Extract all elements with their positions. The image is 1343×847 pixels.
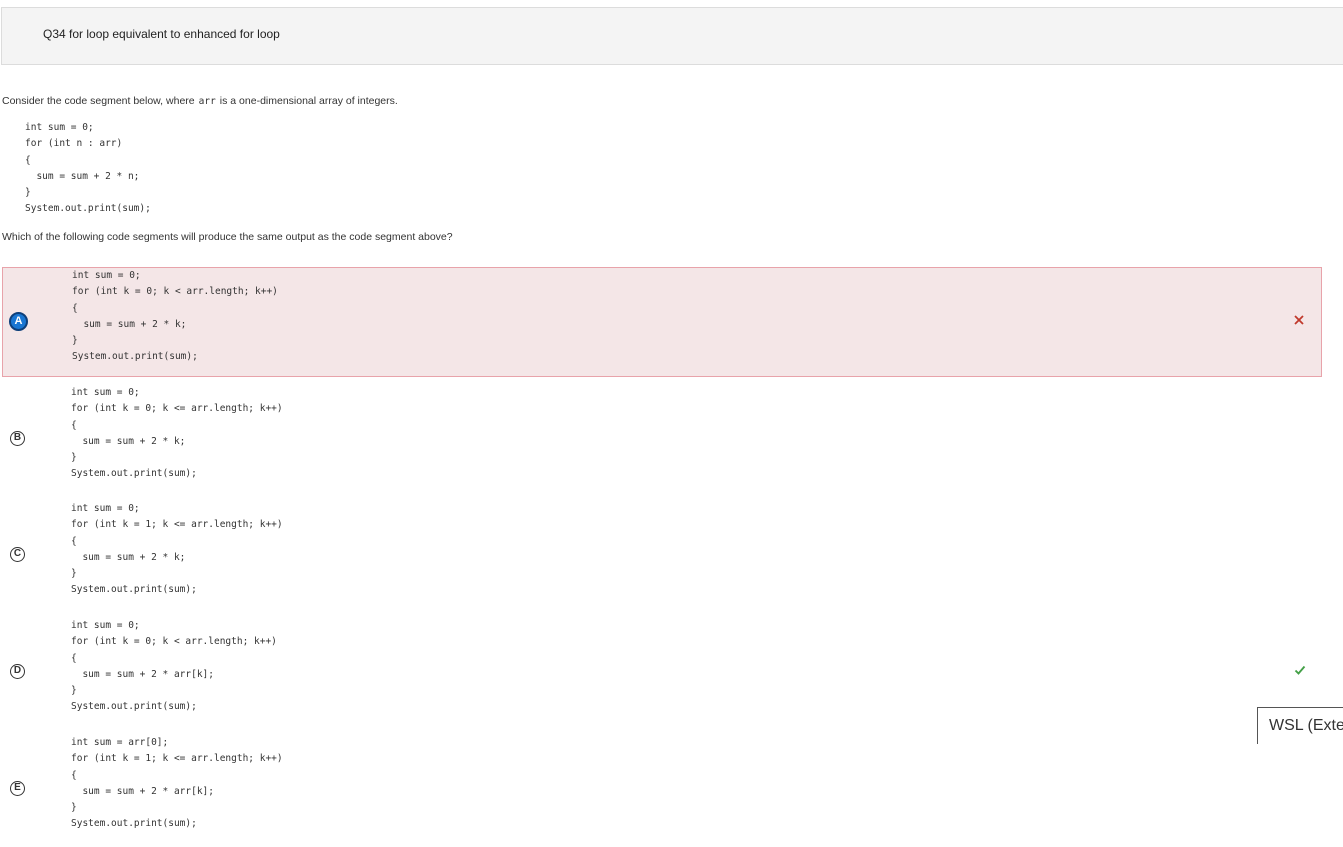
check-icon — [1294, 665, 1306, 675]
question-title: Q34 for loop equivalent to enhanced for … — [43, 27, 280, 41]
answer-option-b[interactable]: B int sum = 0; for (int k = 0; k <= arr.… — [2, 385, 1322, 495]
question-prompt: Consider the code segment below, where ar… — [2, 95, 398, 107]
question-followup: Which of the following code segments wil… — [2, 231, 453, 243]
question-header: Q34 for loop equivalent to enhanced for … — [1, 7, 1343, 65]
answer-option-e[interactable]: E int sum = arr[0]; for (int k = 1; k <=… — [2, 735, 1322, 845]
option-radio-c[interactable]: C — [10, 547, 25, 562]
option-radio-a[interactable]: A — [9, 312, 28, 331]
option-code-c: int sum = 0; for (int k = 1; k <= arr.le… — [71, 503, 283, 596]
stem-code-block: int sum = 0; for (int n : arr) { sum = s… — [25, 122, 151, 215]
x-icon — [1294, 315, 1304, 325]
option-radio-b[interactable]: B — [10, 431, 25, 446]
option-code-d: int sum = 0; for (int k = 0; k < arr.len… — [71, 620, 277, 713]
wsl-tooltip: WSL (Exte — [1257, 707, 1343, 744]
prompt-text-after: is a one-dimensional array of integers. — [219, 95, 398, 107]
answer-option-c[interactable]: C int sum = 0; for (int k = 1; k <= arr.… — [2, 501, 1322, 611]
option-code-a: int sum = 0; for (int k = 0; k < arr.len… — [72, 270, 278, 363]
option-code-e: int sum = arr[0]; for (int k = 1; k <= a… — [71, 737, 283, 830]
answer-option-a[interactable]: A int sum = 0; for (int k = 0; k < arr.l… — [2, 267, 1322, 377]
option-code-b: int sum = 0; for (int k = 0; k <= arr.le… — [71, 387, 283, 480]
prompt-text-before: Consider the code segment below, where — [2, 95, 195, 107]
answer-option-d[interactable]: D int sum = 0; for (int k = 0; k < arr.l… — [2, 618, 1322, 728]
option-radio-d[interactable]: D — [10, 664, 25, 679]
option-radio-e[interactable]: E — [10, 781, 25, 796]
question-page: Q34 for loop equivalent to enhanced for … — [0, 0, 1343, 847]
prompt-inline-code: arr — [198, 96, 216, 107]
